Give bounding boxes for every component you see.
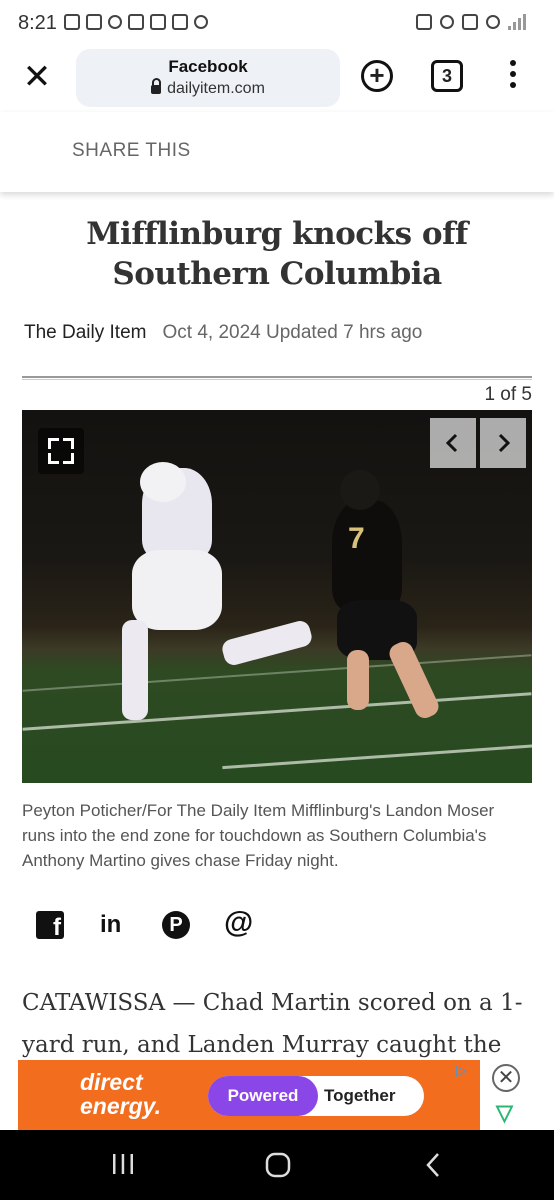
ad-slogan-left: Powered (208, 1076, 318, 1116)
alarm-icon-right (440, 15, 454, 29)
ad-close-icon[interactable]: ✕ (492, 1064, 520, 1092)
ad-brand-line1: direct (80, 1069, 143, 1095)
article-date: Oct 4, 2024 Updated 7 hrs ago (162, 322, 423, 343)
cloud-icon (194, 15, 208, 29)
status-bar: 8:21 (0, 0, 554, 44)
prev-photo-button[interactable] (430, 418, 476, 468)
ad-choices-icon[interactable]: ▷ (456, 1062, 476, 1078)
ad-slogan-right: Together (324, 1086, 396, 1105)
system-nav-bar (0, 1130, 554, 1200)
ad-slogan: Powered Together (208, 1076, 424, 1116)
photo-helmet-dark (340, 470, 380, 510)
article-headline: Mifflinburg knocks off Southern Columbia (86, 216, 468, 292)
divider (22, 376, 532, 380)
overflow-menu-icon[interactable] (508, 60, 518, 94)
notification-icons (64, 14, 208, 30)
chevron-right-icon (498, 433, 511, 453)
photo-jersey-number: 7 (348, 522, 365, 555)
page-title: Facebook (168, 57, 248, 76)
photo-player-dark (332, 500, 402, 610)
share-bar[interactable]: SHARE THIS (0, 112, 554, 192)
source-link[interactable]: The Daily Item (24, 322, 146, 343)
check-icon (128, 14, 144, 30)
photo-player-white-leg (122, 620, 148, 720)
close-icon[interactable]: ✕ (20, 60, 54, 96)
field-line (22, 692, 532, 731)
signal-icon (508, 14, 528, 30)
expand-icon (48, 438, 59, 449)
bluetooth-icon (462, 14, 478, 30)
ad-brand-line2: energy. (80, 1093, 161, 1119)
lock-icon (151, 78, 162, 94)
alarm-icon (108, 15, 122, 29)
url-text: dailyitem.com (167, 80, 265, 97)
app-icon (150, 14, 166, 30)
next-photo-button[interactable] (480, 418, 526, 468)
facebook-icon[interactable]: f (36, 911, 64, 941)
article-photo[interactable]: 7 (22, 410, 532, 783)
back-icon[interactable] (424, 1152, 442, 1178)
pinterest-icon[interactable]: P (162, 911, 190, 939)
photo-helmet-white (140, 462, 186, 502)
tab-switcher-button[interactable]: 3 (431, 60, 463, 92)
chevron-left-icon (445, 433, 458, 453)
photo-player-dark-leg (386, 638, 442, 722)
browser-toolbar: ✕ Facebook dailyitem.com + 3 (0, 44, 554, 112)
ad-banner[interactable]: direct energy. Powered Together (18, 1060, 480, 1130)
email-share-icon[interactable]: @ (224, 906, 253, 939)
wifi-icon (486, 15, 500, 29)
linkedin-icon[interactable]: in (100, 911, 121, 943)
photo-player-dark-leg2 (347, 650, 369, 710)
photo-player-white-legs (132, 550, 222, 630)
photo-counter: 1 of 5 (484, 384, 532, 405)
home-icon[interactable] (265, 1152, 291, 1178)
url-line: dailyitem.com (76, 78, 340, 98)
ad-provider-icon: ▽ (496, 1100, 513, 1125)
status-time: 8:21 (18, 12, 57, 34)
field-line (222, 743, 532, 770)
new-tab-button[interactable]: + (361, 60, 393, 92)
system-icons (416, 14, 528, 30)
nfc-icon (416, 14, 432, 30)
ad-controls: ✕ ▽ (480, 1060, 536, 1130)
screenshot-icon (172, 14, 188, 30)
photo-player-white-leg2 (220, 618, 314, 668)
notification-icon (64, 14, 80, 30)
share-label: SHARE THIS (72, 140, 191, 161)
url-bar[interactable]: Facebook dailyitem.com (76, 49, 340, 107)
fullscreen-button[interactable] (38, 428, 84, 474)
byline: The Daily Item Oct 4, 2024 Updated 7 hrs … (24, 322, 422, 344)
recent-apps-icon[interactable] (110, 1152, 136, 1176)
field-line (22, 654, 532, 692)
photo-caption: Peyton Poticher/For The Daily Item Miffl… (22, 801, 495, 870)
mail-icon (86, 14, 102, 30)
ad-brand: direct energy. (80, 1070, 161, 1118)
